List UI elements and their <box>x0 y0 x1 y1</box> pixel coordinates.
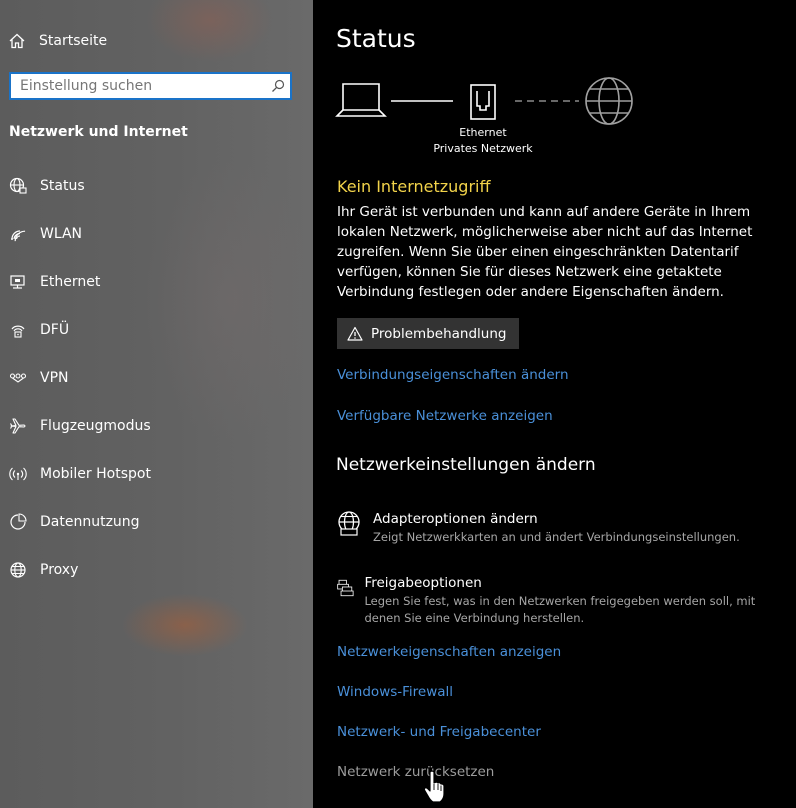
search-box[interactable] <box>9 72 292 100</box>
sidebar-item-label: Proxy <box>40 562 79 578</box>
adapter-options-item[interactable]: Adapteroptionen ändern Zeigt Netzwerkkar… <box>337 510 777 546</box>
connection-status-description: Ihr Gerät ist verbunden und kann auf and… <box>337 204 753 300</box>
change-connection-properties-link[interactable]: Verbindungseigenschaften ändern <box>337 367 569 383</box>
globe-icon <box>585 77 633 125</box>
vpn-icon <box>9 369 27 387</box>
sidebar-item-label: VPN <box>40 370 69 386</box>
sidebar-item-vpn[interactable]: VPN <box>0 354 313 402</box>
sidebar-item-label: Mobiler Hotspot <box>40 466 151 482</box>
home-label: Startseite <box>39 33 108 49</box>
sidebar-item-label: Flugzeugmodus <box>40 418 151 434</box>
globe-icon <box>9 561 27 579</box>
section-title: Netzwerk und Internet <box>9 124 188 140</box>
sidebar-item-label: Ethernet <box>40 274 101 290</box>
adapter-options-subtitle: Zeigt Netzwerkkarten an und ändert Verbi… <box>373 530 740 544</box>
laptop-icon <box>335 83 387 117</box>
troubleshoot-label: Problembehandlung <box>371 325 507 342</box>
wifi-icon <box>9 225 27 243</box>
main-content: Status Ethernet Privates Netzwerk Kein I… <box>313 0 796 808</box>
network-properties-link[interactable]: Netzwerkeigenschaften anzeigen <box>337 644 561 660</box>
sidebar-item-dfu[interactable]: DFÜ <box>0 306 313 354</box>
sharing-icon <box>337 579 354 597</box>
connection-status-heading: Kein Internetzugriff <box>337 177 491 196</box>
network-reset-link[interactable]: Netzwerk zurücksetzen <box>337 764 494 780</box>
network-sharing-center-link[interactable]: Netzwerk- und Freigabecenter <box>337 724 541 740</box>
sidebar-item-label: Status <box>40 178 85 194</box>
adapter-name: Ethernet <box>459 126 507 139</box>
sharing-options-subtitle: Legen Sie fest, was in den Netzwerken fr… <box>364 594 756 625</box>
ethernet-icon <box>9 273 27 291</box>
hand-cursor-icon <box>423 770 445 803</box>
home-nav-item[interactable]: Startseite <box>8 28 288 54</box>
show-available-networks-link[interactable]: Verfügbare Netzwerke anzeigen <box>337 408 553 424</box>
sidebar-nav: Status WLAN Ethernet DFÜ VPN Flugzeugmod… <box>0 162 313 594</box>
airplane-icon <box>9 417 27 435</box>
adapter-globe-icon <box>338 511 360 536</box>
home-icon <box>9 33 25 49</box>
network-settings-heading: Netzwerkeinstellungen ändern <box>336 455 596 475</box>
network-name: Privates Netzwerk <box>433 142 533 155</box>
warning-icon <box>347 326 363 341</box>
sharing-options-item[interactable]: Freigabeoptionen Legen Sie fest, was in … <box>337 574 777 627</box>
globe-network-icon <box>9 177 27 195</box>
page-title: Status <box>336 24 416 53</box>
search-input[interactable] <box>11 75 266 97</box>
adapter-options-title: Adapteroptionen ändern <box>373 511 538 527</box>
dialup-icon <box>9 321 27 339</box>
network-diagram: Ethernet Privates Netzwerk <box>335 76 645 160</box>
ethernet-port-icon <box>470 84 496 120</box>
sidebar-item-status[interactable]: Status <box>0 162 313 210</box>
sidebar-item-label: Datennutzung <box>40 514 140 530</box>
sidebar-item-mobiler-hotspot[interactable]: Mobiler Hotspot <box>0 450 313 498</box>
hotspot-icon <box>9 465 27 483</box>
windows-firewall-link[interactable]: Windows-Firewall <box>337 684 453 700</box>
sidebar-item-datennutzung[interactable]: Datennutzung <box>0 498 313 546</box>
sidebar-item-flugzeugmodus[interactable]: Flugzeugmodus <box>0 402 313 450</box>
sidebar-item-wlan[interactable]: WLAN <box>0 210 313 258</box>
sidebar-item-label: DFÜ <box>40 322 70 338</box>
sharing-options-title: Freigabeoptionen <box>364 575 482 591</box>
search-icon[interactable] <box>266 75 290 97</box>
sidebar: Startseite Netzwerk und Internet Status … <box>0 0 313 808</box>
sidebar-item-label: WLAN <box>40 226 83 242</box>
sidebar-item-ethernet[interactable]: Ethernet <box>0 258 313 306</box>
data-usage-icon <box>9 513 27 531</box>
troubleshoot-button[interactable]: Problembehandlung <box>337 318 519 349</box>
sidebar-item-proxy[interactable]: Proxy <box>0 546 313 594</box>
